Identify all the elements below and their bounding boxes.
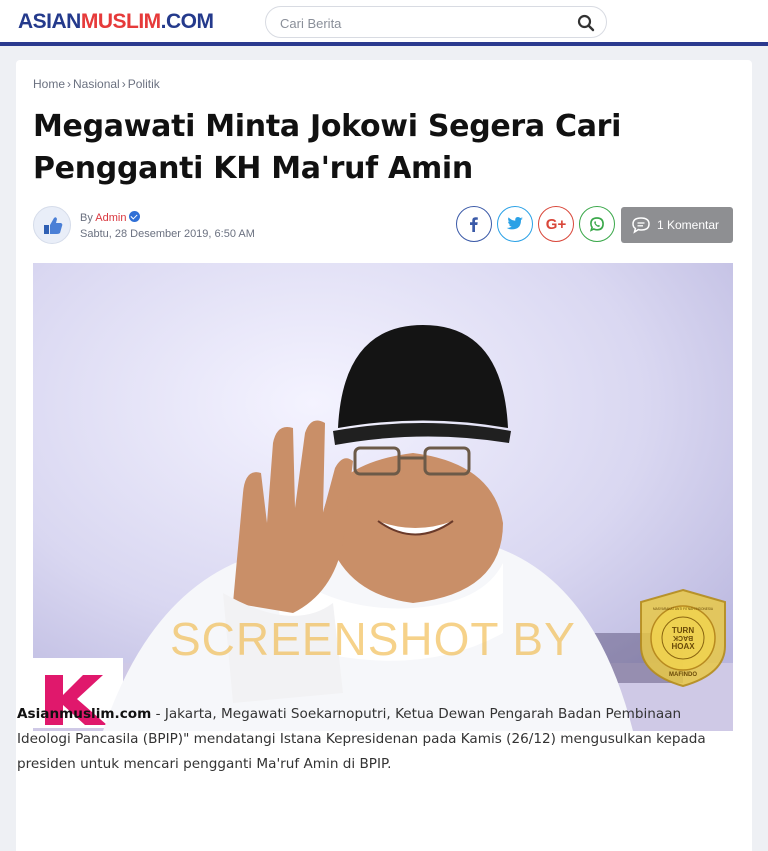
comment-icon (632, 217, 650, 234)
share-facebook-button[interactable] (456, 206, 492, 242)
badge-ring-text: MASYARAKAT ANTI FITNAH INDONESIA (653, 607, 714, 611)
comments-button[interactable]: 1 Komentar (621, 207, 733, 243)
author-avatar[interactable] (33, 206, 71, 244)
badge-mafindo: MAFINDO (669, 672, 697, 678)
badge-center-hoax: HOAX (671, 642, 695, 651)
share-whatsapp-button[interactable] (579, 206, 615, 242)
facebook-icon (470, 217, 478, 232)
article-body: Asianmuslim.com - Jakarta, Megawati Soek… (17, 702, 721, 777)
whatsapp-icon (589, 217, 604, 232)
site-logo[interactable]: ASIANMUSLIM.COM (18, 9, 214, 35)
breadcrumb: Home › Nasional › Politik (33, 77, 160, 91)
thumbs-up-icon (44, 217, 63, 234)
search-icon[interactable] (576, 13, 596, 33)
twitter-icon (506, 217, 523, 230)
screenshot-watermark: SCREENSHOT BY (170, 613, 576, 665)
breadcrumb-home[interactable]: Home (33, 77, 65, 91)
mafindo-badge: TURN BACK HOAX MASYARAKAT ANTI FITNAH IN… (640, 588, 726, 688)
share-googleplus-button[interactable]: G+ (538, 206, 574, 242)
article-lead-source: Asianmuslim.com (17, 706, 152, 722)
author-name[interactable]: Admin (95, 212, 126, 224)
logo-dotcom: .COM (160, 10, 214, 33)
breadcrumb-politik[interactable]: Politik (128, 77, 160, 91)
search-box (265, 6, 607, 38)
google-plus-icon: G+ (545, 215, 567, 233)
share-twitter-button[interactable] (497, 206, 533, 242)
comments-count: 1 Komentar (657, 218, 720, 232)
logo-asian: ASIAN (18, 10, 81, 33)
article-title: Megawati Minta Jokowi Segera Cari Pengga… (33, 109, 622, 186)
badge-center-turn: TURN (672, 626, 694, 635)
logo-muslim: MUSLIM (80, 10, 161, 33)
breadcrumb-separator: › (121, 77, 126, 91)
publish-date: Sabtu, 28 Desember 2019, 6:50 AM (80, 228, 255, 240)
author-line: By Admin (80, 211, 141, 224)
top-bar: ASIANMUSLIM.COM (0, 0, 768, 44)
search-input[interactable] (280, 13, 570, 33)
header-divider (0, 42, 768, 46)
verified-icon (129, 211, 141, 222)
breadcrumb-separator: › (67, 77, 72, 91)
badge-center-back: BACK (673, 634, 693, 641)
by-label: By (80, 212, 93, 224)
breadcrumb-nasional[interactable]: Nasional (73, 77, 120, 91)
